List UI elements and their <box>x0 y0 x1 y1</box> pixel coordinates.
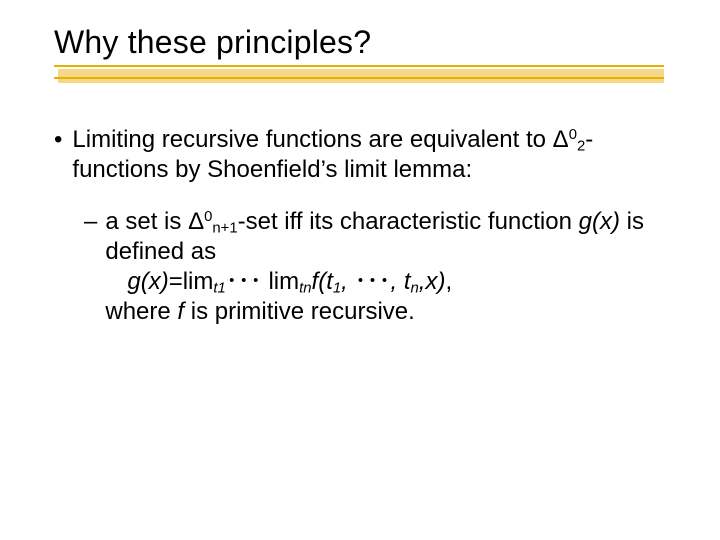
eq-com1: , <box>341 268 354 295</box>
eq-sub-tn: tn <box>299 281 311 297</box>
eq-f1: 1 <box>333 281 341 297</box>
eq-gx: g(x) <box>127 268 168 295</box>
sub-line3-pre: where <box>105 298 177 325</box>
slide-title: Why these principles? <box>54 24 666 61</box>
eq-lim2: lim <box>268 268 299 295</box>
eq-dots2: ･･･ <box>355 268 391 295</box>
slide-body: • Limiting recursive functions are equiv… <box>54 125 666 327</box>
eq-tail: , <box>445 268 452 295</box>
underline-lines <box>54 65 664 79</box>
bullet-1-pre: Limiting recursive functions are equival… <box>72 126 552 153</box>
bullet-dot-icon: • <box>54 125 62 155</box>
sub-bullet-1-text: a set is Δ0n+1-set iff its characteristi… <box>105 207 666 327</box>
sub-bullet-1: – a set is Δ0n+1-set iff its characteris… <box>84 207 666 327</box>
bullet-1-text: Limiting recursive functions are equival… <box>72 125 666 185</box>
eq-comx: ,x) <box>419 268 446 295</box>
sub-line1-pre: a set is <box>105 208 188 235</box>
sub-delta: Δ <box>188 208 204 235</box>
delta-symbol: Δ <box>553 126 569 153</box>
title-underline <box>54 65 666 97</box>
eq-eq: =lim <box>169 268 214 295</box>
eq-comtn: , t <box>391 268 411 295</box>
eq-tn-num: n <box>303 281 311 297</box>
eq-fn: n <box>411 281 419 297</box>
eq-t1-num: 1 <box>218 281 226 297</box>
eq-sub-t1: t1 <box>213 281 225 297</box>
delta-sub: 2 <box>577 139 585 155</box>
eq-dots1: ･･･ <box>226 268 269 295</box>
dash-icon: – <box>84 207 97 237</box>
bullet-1: • Limiting recursive functions are equiv… <box>54 125 666 185</box>
gx: g(x) <box>579 208 620 235</box>
sub-delta-sub: n+1 <box>212 221 237 237</box>
equation-line: g(x)=limt1･･･ limtnf(t1, ･･･, tn,x), <box>105 267 666 297</box>
sub-line3-post: is primitive recursive. <box>184 298 415 325</box>
eq-f-open: f(t <box>312 268 333 295</box>
slide: Why these principles? • Limiting recursi… <box>0 0 720 540</box>
sub-line1-post: -set iff its characteristic function <box>238 208 579 235</box>
delta-sup: 0 <box>569 127 577 143</box>
